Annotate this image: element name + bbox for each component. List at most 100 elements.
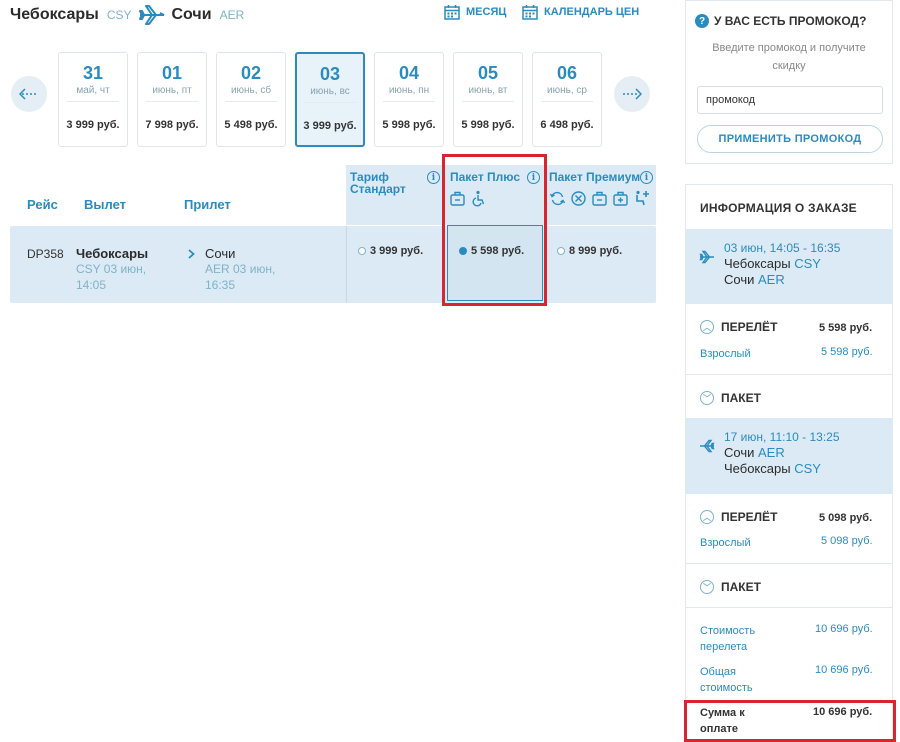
segment-to-city: Сочи	[724, 272, 755, 287]
tariff-plus-title: Пакет Плюс	[450, 170, 521, 184]
divider	[383, 101, 435, 102]
date-price: 3 999 руб.	[66, 119, 120, 131]
divider	[225, 101, 277, 102]
divider	[67, 101, 119, 102]
promo-title: ? У ВАС ЕСТЬ ПРОМОКОД?	[695, 14, 866, 28]
fare-option-premium[interactable]: 8 999 руб.	[557, 245, 622, 257]
selected-fare-cell[interactable]	[447, 225, 543, 301]
package1-toggle[interactable]: ﹀ ПАКЕТ	[700, 391, 761, 405]
calendar-icon	[522, 4, 538, 20]
total-cost-l1: Общая	[700, 666, 736, 678]
from-code: CSY	[106, 8, 132, 22]
package2-toggle[interactable]: ﹀ ПАКЕТ	[700, 580, 761, 594]
date-card[interactable]: 02 июнь, сб 5 498 руб.	[216, 52, 286, 147]
segment-to-city: Чебоксары	[724, 461, 791, 476]
adult2-label: Взрослый	[700, 537, 751, 549]
fare-price: 5 598 руб.	[471, 245, 525, 257]
date-weekday: июнь, ср	[547, 85, 587, 96]
promo-desc-l2: скидку	[772, 60, 806, 72]
promo-desc-l1: Введите промокод и получите	[712, 42, 866, 54]
order-info-title: ИНФОРМАЦИЯ О ЗАКАЗЕ	[700, 201, 857, 215]
divider	[686, 374, 893, 375]
promo-description: Введите промокод и получите скидку	[686, 39, 892, 75]
amount-due-l2: оплате	[700, 723, 738, 735]
departure-city: Чебоксары	[76, 246, 149, 261]
date-card[interactable]: 05 июнь, вт 5 998 руб.	[453, 52, 523, 147]
info-icon[interactable]: i	[527, 171, 540, 184]
next-dates-button[interactable]	[614, 76, 650, 112]
amount-due-label: Сумма к оплате	[700, 705, 745, 737]
month-link-label: МЕСЯЦ	[466, 6, 507, 18]
seat-plus-icon	[636, 190, 649, 206]
segment-from: Чебоксары CSY	[724, 256, 821, 272]
date-weekday: июнь, пн	[388, 85, 430, 96]
apply-promo-button[interactable]: ПРИМЕНИТЬ ПРОМОКОД	[697, 125, 883, 153]
amount-due-l1: Сумма к	[700, 707, 745, 719]
total-cost-label: Общая стоимость	[700, 664, 753, 696]
date-number: 03	[319, 64, 341, 84]
date-card[interactable]: 06 июнь, ср 6 498 руб.	[532, 52, 602, 147]
month-link[interactable]: МЕСЯЦ	[444, 4, 506, 20]
tariff-premium-title: Пакет Премиум	[549, 170, 641, 184]
flight2-toggle[interactable]: ︿ ПЕРЕЛЁТ	[700, 510, 777, 524]
date-price: 6 498 руб.	[540, 119, 594, 131]
arrow-left-icon	[19, 88, 38, 100]
arrival-time: 16:35	[205, 278, 236, 292]
fare-option-standard[interactable]: 3 999 руб.	[358, 245, 423, 257]
date-weekday: июнь, пт	[152, 85, 192, 96]
refresh-icon	[549, 191, 566, 206]
price-calendar-link[interactable]: КАЛЕНДАРЬ ЦЕН	[522, 4, 639, 20]
segment-to-code: CSY	[794, 461, 821, 476]
chevron-down-icon: ﹀	[700, 580, 714, 594]
segment-from-code: AER	[758, 445, 785, 460]
flight-cost-label: Стоимость перелета	[700, 623, 755, 655]
segment-from-code: CSY	[794, 256, 821, 271]
fare-option-plus[interactable]: 5 598 руб.	[459, 245, 524, 257]
promo-input[interactable]	[697, 86, 883, 114]
to-code: AER	[219, 8, 245, 22]
date-price: 5 998 руб.	[382, 119, 436, 131]
amount-due-value: 10 696 руб.	[813, 706, 873, 718]
flight1-label: ПЕРЕЛЁТ	[721, 320, 778, 334]
adult2-amount: 5 098 руб.	[821, 535, 873, 547]
adult1-label: Взрослый	[700, 348, 751, 360]
flight-cost-amount: 10 696 руб.	[815, 623, 873, 635]
date-price: 5 998 руб.	[461, 119, 515, 131]
arrival-info: Сочи AER 03 июн, 16:35	[205, 246, 275, 293]
date-weekday: июнь, сб	[230, 85, 272, 96]
arrival-date: AER 03 июн,	[205, 262, 276, 276]
departure-info: Чебоксары CSY 03 июн, 14:05	[76, 246, 148, 293]
info-icon[interactable]: i	[427, 171, 440, 184]
calendar-icon	[444, 4, 460, 20]
date-number: 06	[556, 63, 578, 83]
flight-number: DP358	[27, 247, 64, 261]
flight-cost-l2: перелета	[700, 641, 748, 653]
radio-button[interactable]	[557, 247, 565, 255]
package1-label: ПАКЕТ	[721, 391, 761, 405]
radio-button[interactable]	[358, 247, 366, 255]
radio-button-selected[interactable]	[459, 247, 467, 255]
divider	[462, 101, 514, 102]
date-weekday: июнь, вс	[310, 86, 350, 97]
date-price: 5 498 руб.	[224, 119, 278, 131]
flight1-amount: 5 598 руб.	[819, 322, 873, 334]
outbound-segment: 03 июн, 14:05 - 16:35 Чебоксары CSY Сочи…	[686, 229, 893, 304]
fare-price: 3 999 руб.	[370, 245, 424, 257]
flight1-toggle[interactable]: ︿ ПЕРЕЛЁТ	[700, 320, 777, 334]
date-card-selected[interactable]: 03 июнь, вс 3 999 руб.	[295, 52, 365, 147]
baggage-icon	[592, 191, 607, 206]
airplane-icon	[699, 250, 714, 264]
info-icon[interactable]: i	[640, 171, 653, 184]
prev-dates-button[interactable]	[11, 76, 47, 112]
date-number: 04	[398, 63, 420, 83]
date-card[interactable]: 01 июнь, пт 7 998 руб.	[137, 52, 207, 147]
extra-baggage-icon	[613, 191, 628, 206]
arrow-right-icon	[623, 88, 642, 100]
divider	[686, 563, 893, 564]
tariff-plus-header: Пакет Плюс i	[444, 165, 545, 225]
date-card[interactable]: 31 май, чт 3 999 руб.	[58, 52, 128, 147]
date-card[interactable]: 04 июнь, пн 5 998 руб.	[374, 52, 444, 147]
arrival-city: Сочи	[205, 246, 236, 261]
airplane-icon	[138, 5, 164, 25]
date-number: 02	[240, 63, 262, 83]
